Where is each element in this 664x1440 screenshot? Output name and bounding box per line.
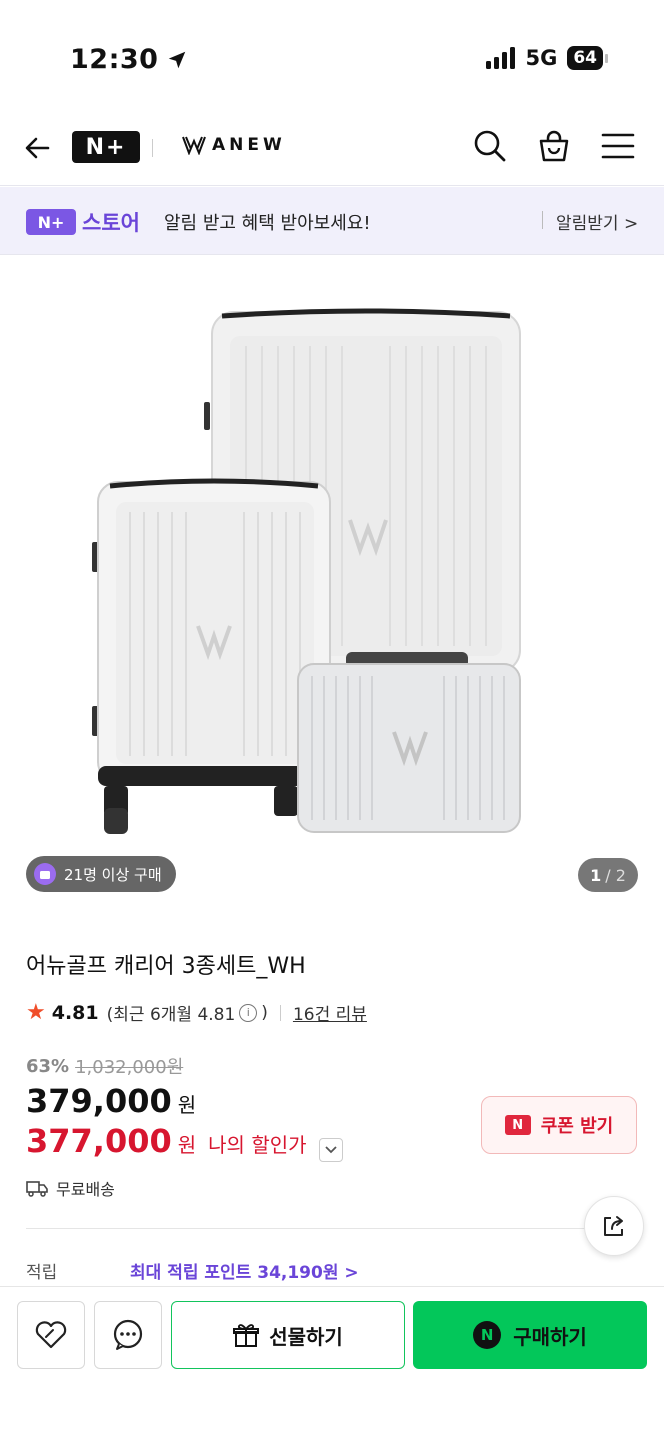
my-discount-unit: 원 bbox=[177, 1133, 197, 1157]
price-row: 379,000 원 bbox=[26, 1082, 196, 1120]
rating-recent: (최근 6개월 4.81 bbox=[106, 1005, 236, 1025]
info-icon[interactable]: i bbox=[239, 1003, 258, 1022]
purchase-bag-icon bbox=[34, 863, 56, 885]
anew-mark-icon bbox=[182, 136, 206, 155]
top-nav: N+ ANEW bbox=[0, 110, 664, 186]
star-icon: ★ bbox=[26, 1000, 46, 1025]
image-counter-current: 1 bbox=[590, 865, 602, 885]
truck-icon bbox=[26, 1181, 48, 1197]
status-bar: 12:30 5G 64 bbox=[0, 0, 664, 110]
nav-divider bbox=[152, 139, 153, 157]
store-logo-box: N+ bbox=[26, 209, 76, 235]
sale-price-unit: 원 bbox=[177, 1093, 197, 1117]
share-button[interactable] bbox=[584, 1196, 644, 1256]
my-discount-price: 377,000 bbox=[26, 1122, 172, 1160]
banner-message: 알림 받고 혜택 받아보세요! bbox=[164, 213, 371, 234]
battery-icon: 64 bbox=[567, 46, 608, 70]
talk-button[interactable] bbox=[94, 1301, 162, 1369]
points-label: 적립 bbox=[26, 1263, 58, 1283]
location-arrow-icon bbox=[169, 51, 186, 68]
brand-name: ANEW bbox=[212, 135, 286, 155]
store-logo-text: 스토어 bbox=[82, 211, 140, 235]
my-discount-row[interactable]: 377,000 원 나의 할인가 bbox=[26, 1122, 343, 1162]
naver-pay-icon: N bbox=[473, 1321, 502, 1349]
chevron-down-icon[interactable] bbox=[318, 1138, 343, 1162]
back-arrow-icon[interactable] bbox=[22, 132, 54, 164]
time-text: 12:30 bbox=[70, 44, 159, 75]
menu-icon[interactable] bbox=[600, 128, 636, 164]
naver-plus-logo[interactable]: N+ bbox=[72, 131, 140, 163]
gift-button[interactable]: 선물하기 bbox=[171, 1301, 405, 1369]
purchase-count-text: 21명 이상 구매 bbox=[64, 865, 162, 884]
buy-button[interactable]: N 구매하기 bbox=[413, 1301, 647, 1369]
shopping-bag-icon[interactable] bbox=[536, 128, 572, 164]
battery-level: 64 bbox=[567, 46, 603, 70]
rating-recent-close: ) bbox=[261, 1002, 268, 1023]
signal-icon bbox=[486, 47, 516, 69]
rating-value: 4.81 bbox=[51, 1001, 99, 1024]
buy-button-label: 구매하기 bbox=[513, 1324, 587, 1349]
heart-icon bbox=[35, 1321, 67, 1349]
coupon-icon: N bbox=[504, 1115, 531, 1135]
chat-icon bbox=[113, 1319, 143, 1350]
points-value[interactable]: 최대 적립 포인트 34,190원 > bbox=[130, 1258, 359, 1283]
sale-price: 379,000 bbox=[26, 1082, 172, 1120]
rating-separator bbox=[279, 1004, 281, 1021]
rating-row: ★ 4.81 (최근 6개월 4.81 i ) 16건 리뷰 bbox=[26, 1000, 367, 1025]
share-icon bbox=[604, 1216, 623, 1236]
coupon-button-label: 쿠폰 받기 bbox=[540, 1116, 614, 1137]
product-title: 어뉴골프 캐리어 3종세트_WH bbox=[26, 954, 306, 979]
discount-row: 63% 1,032,000원 bbox=[26, 1053, 183, 1079]
product-image-gallery[interactable]: 21명 이상 구매 1 / 2 bbox=[0, 256, 664, 906]
gift-icon bbox=[233, 1324, 260, 1347]
image-counter: 1 / 2 bbox=[578, 858, 638, 892]
suitcase-set-image[interactable] bbox=[0, 256, 664, 856]
original-price: 1,032,000원 bbox=[75, 1057, 184, 1078]
notify-button[interactable]: 알림받기 > bbox=[556, 209, 638, 234]
my-discount-label: 나의 할인가 bbox=[208, 1133, 307, 1157]
status-indicators: 5G 64 bbox=[486, 46, 608, 70]
shipping-info: 무료배송 bbox=[26, 1176, 115, 1200]
section-divider bbox=[26, 1228, 638, 1229]
search-icon[interactable] bbox=[472, 128, 508, 164]
wishlist-button[interactable] bbox=[17, 1301, 85, 1369]
points-row[interactable]: 적립 최대 적립 포인트 34,190원 > bbox=[26, 1258, 359, 1283]
reviews-link[interactable]: 16건 리뷰 bbox=[293, 1000, 367, 1025]
shipping-text: 무료배송 bbox=[56, 1180, 115, 1199]
store-alert-banner[interactable]: N+ 스토어 알림 받고 혜택 받아보세요! 알림받기 > bbox=[0, 187, 664, 255]
gift-button-label: 선물하기 bbox=[269, 1324, 343, 1349]
network-label: 5G bbox=[525, 46, 558, 70]
nav-actions bbox=[472, 128, 636, 164]
banner-separator bbox=[542, 211, 543, 229]
purchase-count-badge: 21명 이상 구매 bbox=[26, 856, 176, 892]
coupon-button[interactable]: N 쿠폰 받기 bbox=[481, 1096, 637, 1154]
discount-percent: 63% bbox=[26, 1055, 70, 1077]
brand-logo[interactable]: ANEW bbox=[182, 135, 286, 155]
naver-plus-store-logo: N+ 스토어 bbox=[26, 207, 140, 237]
image-counter-total: / 2 bbox=[605, 865, 626, 885]
status-time: 12:30 bbox=[70, 44, 188, 75]
bottom-action-bar: 선물하기 N 구매하기 bbox=[0, 1286, 664, 1440]
